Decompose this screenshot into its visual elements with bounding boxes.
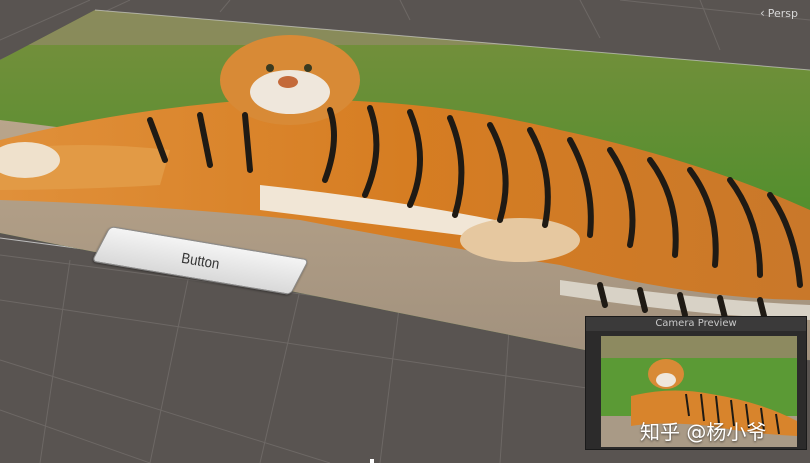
camera-preview-title: Camera Preview: [586, 317, 806, 331]
projection-toggle[interactable]: ‹ Persp: [760, 6, 798, 20]
world-button-label: Button: [180, 248, 221, 273]
projection-label: Persp: [767, 6, 798, 20]
watermark-text: 知乎 @杨小爷: [640, 420, 767, 444]
left-chevron-icon: ‹: [759, 6, 765, 20]
scene-marker: [370, 459, 374, 463]
